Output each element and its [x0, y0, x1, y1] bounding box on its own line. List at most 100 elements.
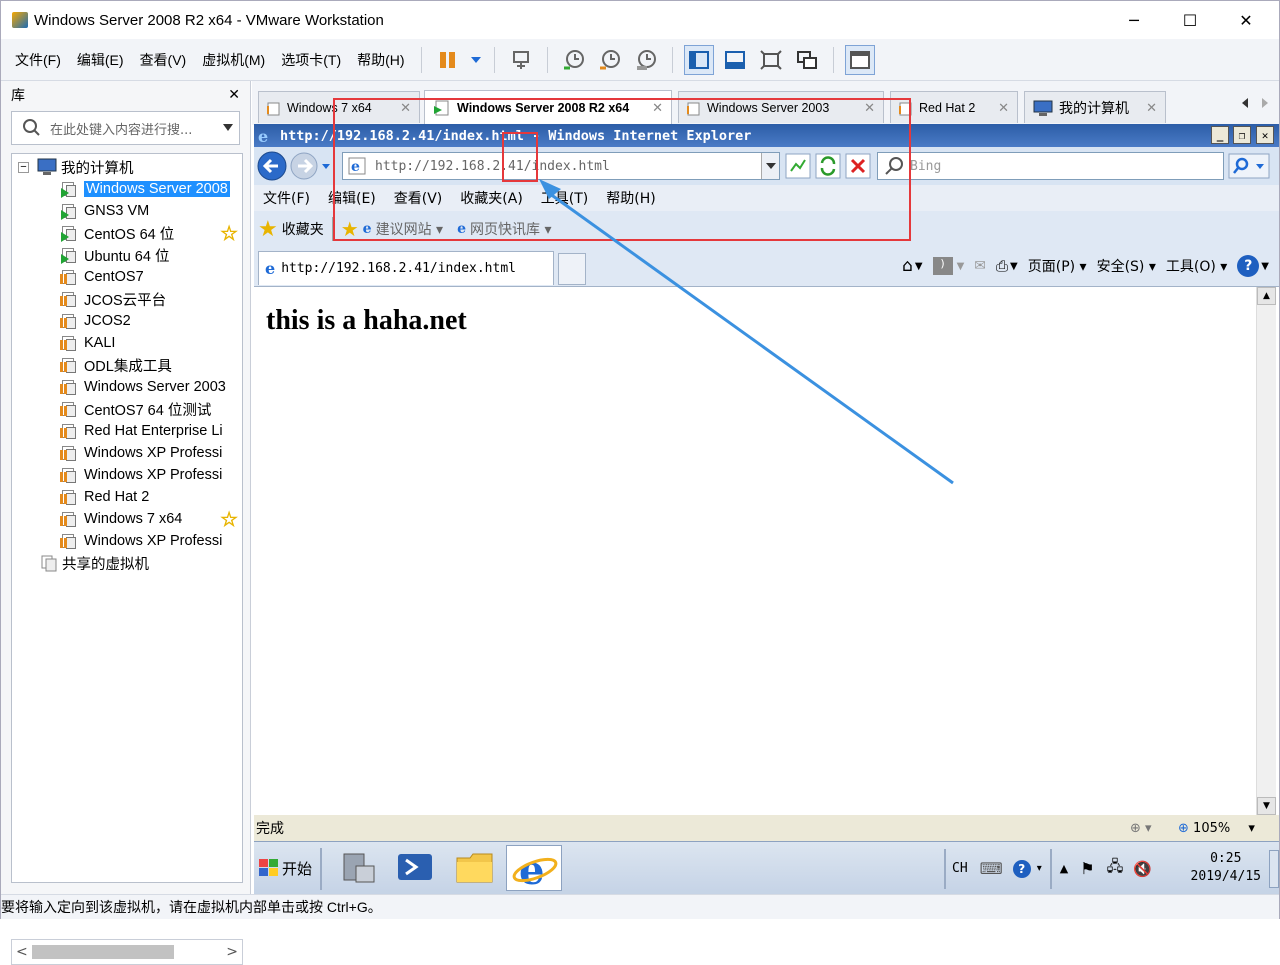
- minimize-button[interactable]: ─: [1111, 1, 1157, 39]
- scroll-thumb[interactable]: [32, 945, 174, 959]
- ie-tools-menu[interactable]: 工具(O) ▾: [1166, 256, 1227, 276]
- ie-minimize-button[interactable]: _: [1211, 126, 1229, 144]
- show-library-icon[interactable]: [683, 44, 714, 75]
- server-manager-icon[interactable]: [338, 848, 378, 888]
- back-forward-icon[interactable]: [256, 150, 340, 182]
- tab-windows-server-2003[interactable]: Windows Server 2003 ✕: [678, 91, 884, 123]
- show-hidden-icons-icon[interactable]: ▲: [1060, 862, 1068, 875]
- library-vm-item[interactable]: Windows XP Professi: [60, 530, 242, 552]
- unity-icon[interactable]: [792, 45, 822, 75]
- tray-clock[interactable]: 0:25 2019/4/15: [1191, 850, 1261, 886]
- ie-search-input[interactable]: Bing: [877, 152, 1224, 180]
- show-desktop-button[interactable]: [1269, 850, 1279, 888]
- ie-close-button[interactable]: ✕: [1256, 126, 1274, 144]
- tree-root-my-computer[interactable]: − 我的计算机: [18, 156, 134, 178]
- ie-menu-file[interactable]: 文件(F): [254, 188, 319, 208]
- menu-edit[interactable]: 编辑(E): [69, 50, 132, 70]
- ie-menu-favorites[interactable]: 收藏夹(A): [451, 188, 532, 208]
- rss-feed-icon[interactable]: ): [932, 257, 953, 275]
- taskbar-ie-button[interactable]: e: [506, 845, 562, 894]
- language-indicator[interactable]: CH: [952, 861, 968, 876]
- fullscreen-icon[interactable]: [756, 45, 786, 75]
- print-icon[interactable]: ⎙: [996, 257, 1008, 275]
- chevron-down-icon[interactable]: [761, 153, 779, 179]
- chevron-down-icon[interactable]: [219, 123, 239, 133]
- ie-vscrollbar[interactable]: ▲ ▼: [1256, 287, 1276, 815]
- library-vm-item[interactable]: CentOS 64 位 ☆: [60, 222, 242, 245]
- ie-menu-view[interactable]: 查看(V): [385, 188, 452, 208]
- network-icon[interactable]: 🖧: [1107, 856, 1124, 881]
- ie-page-content[interactable]: this is a haha.net: [254, 287, 1256, 815]
- zoom-level[interactable]: ⊕ 105% ▾: [1178, 821, 1255, 836]
- tab-red-hat-2[interactable]: Red Hat 2 ✕: [890, 91, 1018, 123]
- tab-close-icon[interactable]: ✕: [400, 100, 411, 116]
- ie-address-bar[interactable]: e http://192.168.2.41/index.html: [342, 152, 780, 180]
- menu-file[interactable]: 文件(F): [7, 50, 69, 70]
- tab-scroll-arrows-icon[interactable]: [1240, 97, 1270, 109]
- pause-icon[interactable]: [433, 45, 463, 75]
- tree-shared-vms[interactable]: 共享的虚拟机: [40, 552, 149, 574]
- maximize-button[interactable]: ☐: [1167, 1, 1213, 39]
- library-vm-item[interactable]: Red Hat 2: [60, 486, 242, 508]
- ie-safety-menu[interactable]: 安全(S) ▾: [1097, 256, 1156, 276]
- tab-close-icon[interactable]: ✕: [1146, 100, 1157, 116]
- tab-windows-server-2008[interactable]: Windows Server 2008 R2 x64 ✕: [424, 90, 672, 124]
- send-keys-icon[interactable]: [506, 45, 536, 75]
- library-close-icon[interactable]: ✕: [228, 87, 240, 103]
- library-vm-item[interactable]: CentOS7: [60, 266, 242, 288]
- tab-close-icon[interactable]: ✕: [864, 100, 875, 116]
- library-vm-item[interactable]: Windows 7 x64 ☆: [60, 508, 242, 531]
- tab-windows-7[interactable]: Windows 7 x64 ✕: [258, 91, 420, 123]
- revert-snapshot-icon[interactable]: [595, 45, 625, 75]
- tray-options-icon[interactable]: ▾: [1037, 863, 1042, 874]
- add-favorite-icon[interactable]: ★: [341, 217, 359, 241]
- snapshot-manager-icon[interactable]: [631, 45, 661, 75]
- scroll-down-arrow[interactable]: ▼: [1257, 797, 1276, 815]
- console-view-icon[interactable]: [844, 44, 875, 75]
- ie-page-menu[interactable]: 页面(P) ▾: [1028, 256, 1087, 276]
- library-vm-item[interactable]: JCOS云平台: [60, 288, 242, 310]
- close-button[interactable]: ✕: [1223, 1, 1269, 39]
- library-vm-item[interactable]: Windows XP Professi: [60, 442, 242, 464]
- home-icon[interactable]: ⌂: [902, 256, 913, 276]
- collapse-icon[interactable]: −: [18, 161, 29, 173]
- ie-menu-edit[interactable]: 编辑(E): [319, 188, 385, 208]
- ie-new-tab-button[interactable]: [558, 253, 586, 285]
- library-hscrollbar[interactable]: < >: [11, 939, 243, 965]
- keyboard-icon[interactable]: ⌨: [980, 859, 1003, 878]
- refresh-stop-icons[interactable]: [784, 153, 872, 179]
- suggested-sites-link[interactable]: 建议网站 ▾: [376, 219, 443, 239]
- volume-muted-icon[interactable]: 🔇: [1133, 860, 1152, 878]
- menu-vm[interactable]: 虚拟机(M): [194, 50, 273, 70]
- library-vm-item[interactable]: Red Hat Enterprise Li: [60, 420, 242, 442]
- library-vm-item[interactable]: GNS3 VM: [60, 200, 242, 222]
- ie-restore-button[interactable]: ❐: [1233, 126, 1251, 144]
- favorites-button[interactable]: 收藏夹: [282, 219, 324, 239]
- library-search-input[interactable]: 在此处键入内容进行搜...: [11, 111, 240, 145]
- action-center-flag-icon[interactable]: ⚑: [1080, 859, 1094, 878]
- powershell-icon[interactable]: [396, 850, 436, 886]
- library-vm-item[interactable]: Windows Server 2008: [60, 178, 242, 200]
- library-vm-item[interactable]: ODL集成工具: [60, 354, 242, 376]
- snapshot-icon[interactable]: [559, 45, 589, 75]
- tab-close-icon[interactable]: ✕: [652, 100, 663, 116]
- protected-mode-icon[interactable]: ⊕ ▾: [1130, 821, 1152, 836]
- search-go-icon[interactable]: [1228, 153, 1272, 179]
- ie-menu-help[interactable]: 帮助(H): [597, 188, 664, 208]
- menu-help[interactable]: 帮助(H): [349, 50, 412, 70]
- library-vm-item[interactable]: JCOS2: [60, 310, 242, 332]
- menu-tabs[interactable]: 选项卡(T): [273, 50, 349, 70]
- menu-view[interactable]: 查看(V): [132, 50, 195, 70]
- library-vm-item[interactable]: CentOS7 64 位测试: [60, 398, 242, 420]
- mail-icon[interactable]: ✉: [974, 258, 986, 274]
- library-vm-item[interactable]: KALI: [60, 332, 242, 354]
- library-vm-item[interactable]: Ubuntu 64 位: [60, 244, 242, 266]
- explorer-folder-icon[interactable]: [454, 848, 496, 888]
- library-vm-item[interactable]: Windows XP Professi: [60, 464, 242, 486]
- ie-page-tab[interactable]: e http://192.168.2.41/index.html: [258, 251, 554, 285]
- ie-menu-tools[interactable]: 工具(T): [532, 188, 597, 208]
- scroll-up-arrow[interactable]: ▲: [1257, 287, 1276, 305]
- start-button[interactable]: 开始: [256, 850, 314, 886]
- help-icon[interactable]: ?: [1012, 859, 1031, 878]
- tab-my-computer[interactable]: 我的计算机 ✕: [1024, 91, 1166, 123]
